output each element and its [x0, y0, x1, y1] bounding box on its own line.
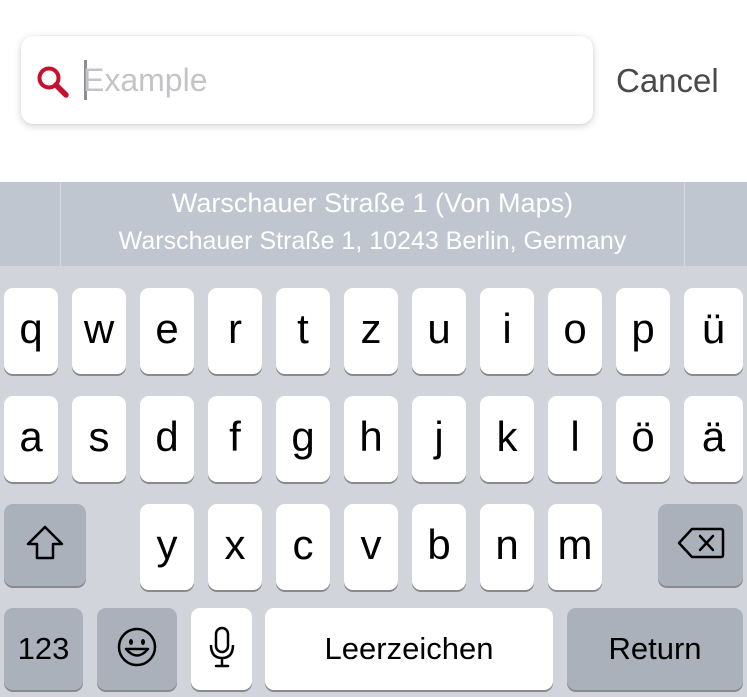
return-key-label: Return [608, 631, 702, 666]
keyboard: q w e r t z u i o p ü a s d f g h j k l … [0, 266, 747, 697]
key-k[interactable]: k [480, 396, 534, 482]
suggestion-item[interactable]: Warschauer Straße 1 (Von Maps) Warschaue… [61, 182, 684, 266]
key-h[interactable]: h [344, 396, 398, 482]
numbers-key-label: 123 [17, 631, 70, 666]
space-key[interactable]: Leerzeichen [265, 608, 553, 690]
key-y[interactable]: y [140, 504, 194, 590]
key-m[interactable]: m [548, 504, 602, 590]
return-key[interactable]: Return [567, 608, 743, 690]
space-key-label: Leerzeichen [324, 631, 494, 666]
delete-key[interactable] [658, 504, 743, 586]
key-r[interactable]: r [208, 288, 262, 374]
cancel-button[interactable]: Cancel [616, 62, 719, 100]
key-i[interactable]: i [480, 288, 534, 374]
suggestion-title: Warschauer Straße 1 (Von Maps) [171, 188, 574, 218]
key-n[interactable]: n [480, 504, 534, 590]
key-e[interactable]: e [140, 288, 194, 374]
key-u-umlaut[interactable]: ü [684, 288, 743, 374]
key-z[interactable]: z [344, 288, 398, 374]
microphone-icon [208, 626, 236, 673]
emoji-key[interactable] [97, 608, 177, 690]
key-a[interactable]: a [4, 396, 58, 482]
shift-key[interactable] [4, 504, 86, 586]
microphone-key[interactable] [191, 608, 252, 690]
key-b[interactable]: b [412, 504, 466, 590]
key-g[interactable]: g [276, 396, 330, 482]
shift-icon [25, 524, 65, 567]
search-input[interactable] [83, 56, 563, 104]
delete-icon [677, 526, 725, 565]
key-x[interactable]: x [208, 504, 262, 590]
key-c[interactable]: c [276, 504, 330, 590]
key-w[interactable]: w [72, 288, 126, 374]
key-d[interactable]: d [140, 396, 194, 482]
key-v[interactable]: v [344, 504, 398, 590]
key-s[interactable]: s [72, 396, 126, 482]
key-f[interactable]: f [208, 396, 262, 482]
suggestion-bar: Warschauer Straße 1 (Von Maps) Warschaue… [0, 182, 747, 266]
key-u[interactable]: u [412, 288, 466, 374]
key-o[interactable]: o [548, 288, 602, 374]
key-a-umlaut[interactable]: ä [684, 396, 743, 482]
key-o-umlaut[interactable]: ö [616, 396, 670, 482]
numbers-key[interactable]: 123 [4, 608, 83, 690]
suggestion-subtitle: Warschauer Straße 1, 10243 Berlin, Germa… [118, 227, 627, 255]
key-t[interactable]: t [276, 288, 330, 374]
search-icon [35, 64, 71, 100]
key-p[interactable]: p [616, 288, 670, 374]
search-box[interactable] [21, 36, 593, 124]
emoji-icon [116, 626, 158, 673]
suggestion-divider [684, 182, 685, 266]
key-l[interactable]: l [548, 396, 602, 482]
key-q[interactable]: q [4, 288, 58, 374]
key-j[interactable]: j [412, 396, 466, 482]
